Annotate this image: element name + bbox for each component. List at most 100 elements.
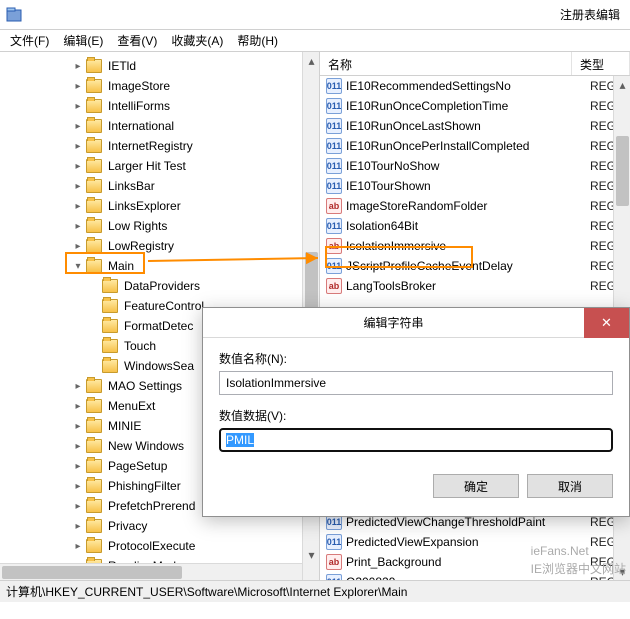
ok-button[interactable]: 确定 [433,474,519,498]
expander-icon[interactable]: ▸ [72,460,84,472]
app-icon [6,7,22,23]
string-value-icon: ab [326,554,342,570]
menu-edit[interactable]: 编辑(E) [57,30,109,51]
expander-icon[interactable]: ▸ [72,80,84,92]
list-row[interactable]: 011IE10RunOnceLastShownREG [320,116,630,136]
tree-item[interactable]: ▸Larger Hit Test [0,156,319,176]
list-row[interactable]: abImageStoreRandomFolderREG [320,196,630,216]
expander-icon[interactable]: ▸ [72,180,84,192]
expander-icon[interactable]: ▸ [72,160,84,172]
tree-item[interactable]: ▸Low Rights [0,216,319,236]
scroll-down-icon[interactable]: ▾ [303,546,320,563]
tree-label: LowRegistry [106,239,176,253]
scroll-thumb[interactable] [616,136,629,206]
value-data-label: 数值数据(V): [219,407,613,424]
tree-label: PhishingFilter [106,479,183,493]
dword-value-icon: 011 [326,178,342,194]
list-row[interactable]: abPrint_BackgroundREG [320,552,630,572]
list-row[interactable]: 011Q300829REG [320,572,630,580]
dword-value-icon: 011 [326,138,342,154]
folder-icon [86,499,102,513]
list-row[interactable]: 011Isolation64BitREG [320,216,630,236]
expander-icon[interactable]: ▸ [72,200,84,212]
folder-icon [86,519,102,533]
expander-icon[interactable]: ▸ [72,240,84,252]
expander-icon[interactable] [88,320,100,332]
list-row[interactable]: 011PredictedViewExpansionREG [320,532,630,552]
window-title: 注册表编辑 [28,6,624,23]
expander-icon[interactable] [88,280,100,292]
value-name-input[interactable] [219,371,613,395]
scroll-up-icon[interactable]: ▴ [303,52,320,69]
tree-item[interactable]: ▾Main [0,256,319,276]
folder-icon [86,179,102,193]
expander-icon[interactable]: ▸ [72,140,84,152]
col-name[interactable]: 名称 [320,52,572,75]
expander-icon[interactable]: ▸ [72,440,84,452]
tree-scrollbar-h[interactable] [0,563,302,580]
folder-icon [86,59,102,73]
expander-icon[interactable]: ▸ [72,220,84,232]
scroll-down-icon[interactable]: ▾ [614,563,630,580]
folder-icon [102,299,118,313]
tree-item[interactable]: ▸ProtocolExecute [0,536,319,556]
expander-icon[interactable]: ▾ [72,260,84,272]
col-type[interactable]: 类型 [572,52,630,75]
folder-icon [86,479,102,493]
expander-icon[interactable]: ▸ [72,480,84,492]
cancel-button[interactable]: 取消 [527,474,613,498]
expander-icon[interactable]: ▸ [72,400,84,412]
menu-help[interactable]: 帮助(H) [231,30,284,51]
scroll-thumb-h[interactable] [2,566,182,579]
value-data-input[interactable] [219,428,613,452]
list-header: 名称 类型 [320,52,630,76]
list-row[interactable]: 011JScriptProfileCacheEventDelayREG [320,256,630,276]
tree-item[interactable]: ▸Privacy [0,516,319,536]
value-name: LangToolsBroker [346,279,590,293]
list-row[interactable]: 011IE10TourNoShowREG [320,156,630,176]
tree-label: DataProviders [122,279,202,293]
expander-icon[interactable]: ▸ [72,500,84,512]
expander-icon[interactable]: ▸ [72,120,84,132]
list-row[interactable]: abIsolationImmersiveREG [320,236,630,256]
tree-label: IETld [106,59,138,73]
tree-item[interactable]: ▸LinksBar [0,176,319,196]
list-row[interactable]: 011IE10TourShownREG [320,176,630,196]
expander-icon[interactable]: ▸ [72,420,84,432]
scroll-up-icon[interactable]: ▴ [614,76,630,93]
tree-label: FeatureControl [122,299,206,313]
list-row[interactable]: abLangToolsBrokerREG [320,276,630,296]
menu-view[interactable]: 查看(V) [111,30,163,51]
expander-icon[interactable] [88,360,100,372]
value-name: IE10TourNoShow [346,159,590,173]
expander-icon[interactable]: ▸ [72,60,84,72]
tree-item[interactable]: ▸International [0,116,319,136]
list-row[interactable]: 011IE10RunOnceCompletionTimeREG [320,96,630,116]
dword-value-icon: 011 [326,98,342,114]
menu-favorites[interactable]: 收藏夹(A) [165,30,229,51]
expander-icon[interactable]: ▸ [72,520,84,532]
tree-label: FormatDetec [122,319,195,333]
tree-label: WindowsSea [122,359,196,373]
expander-icon[interactable] [88,300,100,312]
folder-icon [102,279,118,293]
dialog-close-button[interactable]: ✕ [584,308,629,338]
folder-icon [86,139,102,153]
tree-item[interactable]: ▸LinksExplorer [0,196,319,216]
list-row[interactable]: 011IE10RunOncePerInstallCompletedREG [320,136,630,156]
expander-icon[interactable]: ▸ [72,540,84,552]
list-row[interactable]: 011IE10RecommendedSettingsNoREG [320,76,630,96]
tree-item[interactable]: ▸ IETld [0,56,319,76]
folder-icon [86,419,102,433]
tree-item[interactable]: ▸ LowRegistry [0,236,319,256]
tree-item[interactable]: DataProviders [0,276,319,296]
tree-item[interactable]: ▸ImageStore [0,76,319,96]
expander-icon[interactable]: ▸ [72,100,84,112]
tree-item[interactable]: ▸InternetRegistry [0,136,319,156]
menu-file[interactable]: 文件(F) [4,30,55,51]
tree-label: Touch [122,339,158,353]
expander-icon[interactable] [88,340,100,352]
expander-icon[interactable]: ▸ [72,380,84,392]
tree-item[interactable]: ▸IntelliForms [0,96,319,116]
folder-icon [86,379,102,393]
